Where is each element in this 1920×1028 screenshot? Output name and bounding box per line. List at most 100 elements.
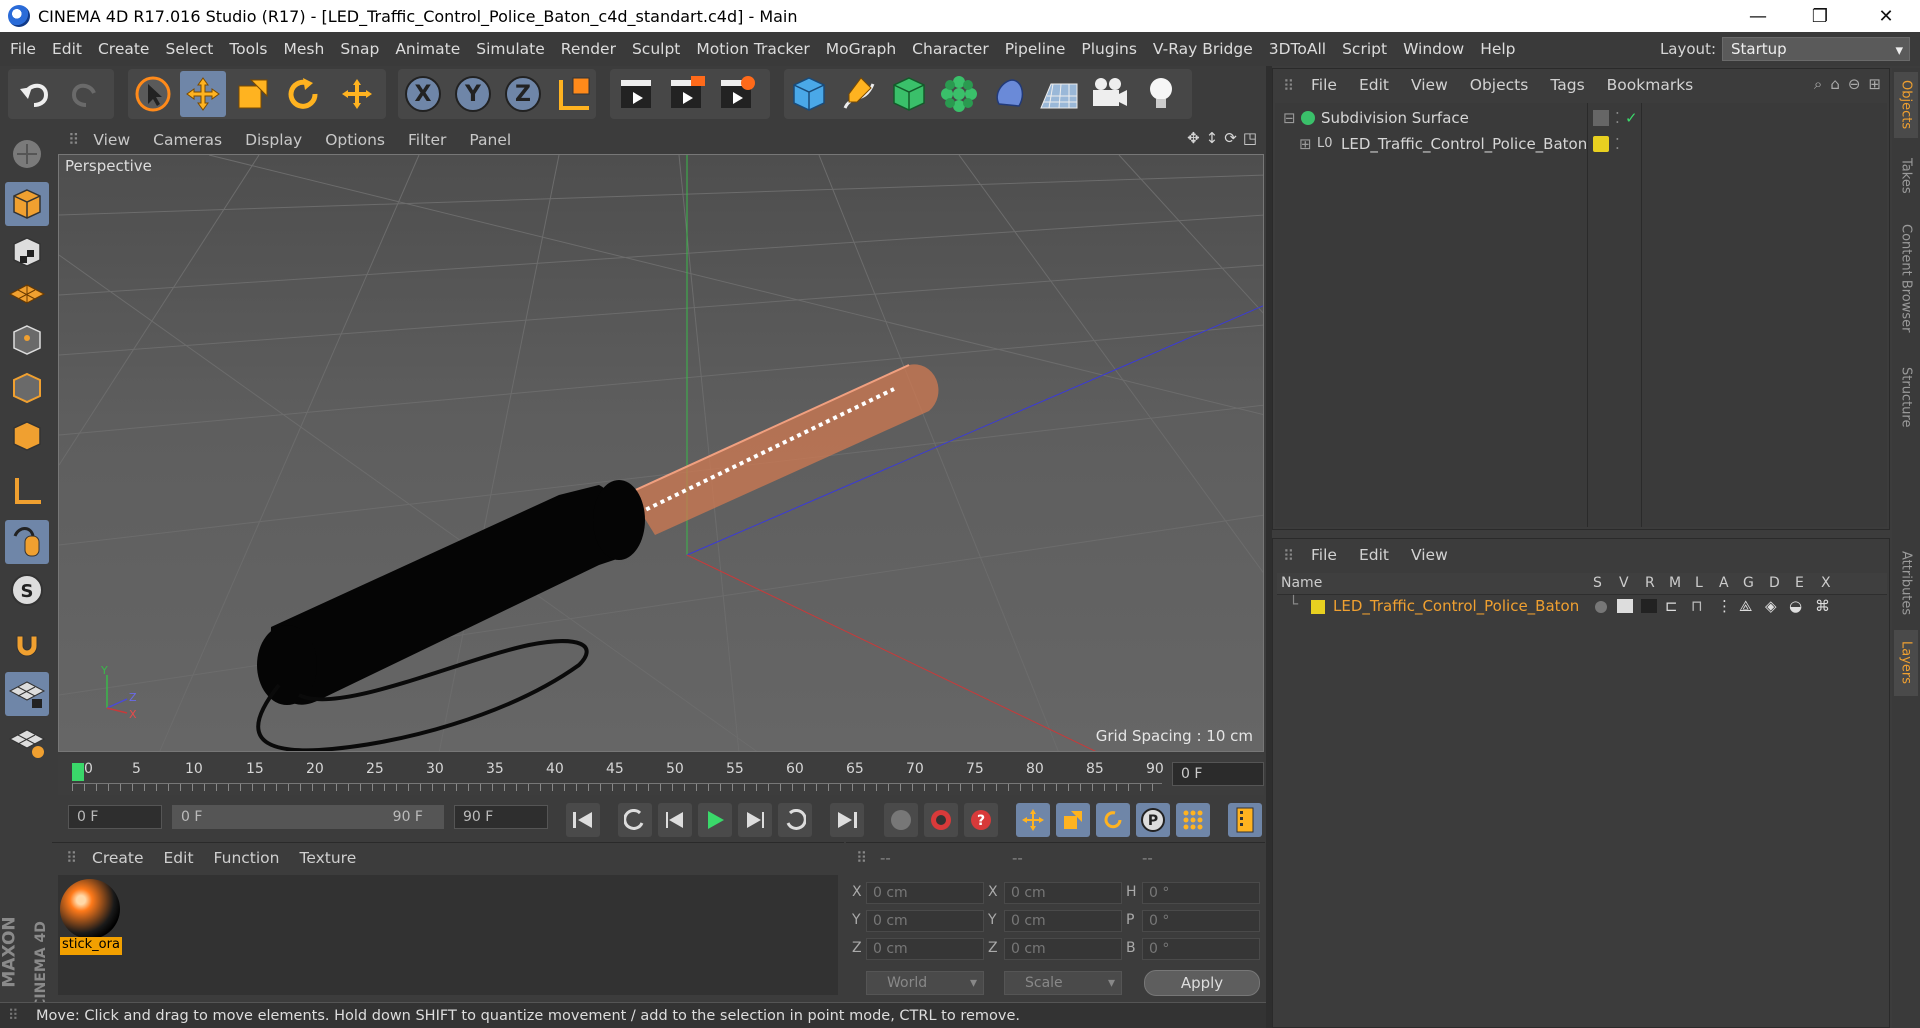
tab-takes[interactable]: Takes <box>1894 148 1918 204</box>
menu-select[interactable]: Select <box>165 40 225 58</box>
menu-edit[interactable]: Edit <box>52 40 94 58</box>
layer-menu-edit[interactable]: Edit <box>1359 546 1389 564</box>
cube-icon[interactable] <box>786 71 832 117</box>
material-menu-edit[interactable]: Edit <box>164 849 194 867</box>
model-mode-icon[interactable] <box>5 182 49 226</box>
next-key-icon[interactable] <box>778 803 812 837</box>
material-menu-create[interactable]: Create <box>92 849 144 867</box>
solo-toggle-icon[interactable] <box>1595 601 1607 613</box>
material-menu-texture[interactable]: Texture <box>299 849 356 867</box>
material-swatch[interactable]: stick_ora <box>60 879 122 955</box>
y-axis-icon[interactable]: Y <box>450 71 496 117</box>
menu-vray-bridge[interactable]: V-Ray Bridge <box>1153 40 1265 58</box>
col-manager[interactable]: M <box>1669 575 1681 591</box>
range-slider[interactable]: 0 F 90 F <box>172 805 444 829</box>
object-row[interactable]: ⊞ L0 LED_Traffic_Control_Police_Baton ⁚ <box>1275 131 1887 157</box>
layout-select[interactable]: Startup ▾ <box>1722 37 1910 61</box>
rotate-icon[interactable] <box>280 71 326 117</box>
recent-tool-icon[interactable] <box>334 71 380 117</box>
drag-handle-icon[interactable]: ⠿ <box>66 849 77 867</box>
menu-motion-tracker[interactable]: Motion Tracker <box>696 40 821 58</box>
x-axis-icon[interactable]: X <box>400 71 446 117</box>
drag-handle-icon[interactable]: ⠿ <box>1283 77 1294 95</box>
col-xref[interactable]: X <box>1821 575 1831 591</box>
polygons-mode-icon[interactable] <box>5 414 49 458</box>
workplane-lock-icon[interactable] <box>5 672 49 716</box>
expression-toggle-icon[interactable]: ◒ <box>1789 597 1802 615</box>
new-window-icon[interactable]: ⊞ <box>1868 75 1881 93</box>
viewport-menu-panel[interactable]: Panel <box>469 131 511 149</box>
close-button[interactable]: ✕ <box>1858 0 1914 32</box>
menu-sculpt[interactable]: Sculpt <box>632 40 692 58</box>
pen-spline-icon[interactable] <box>836 71 882 117</box>
apply-button[interactable]: Apply <box>1144 970 1260 996</box>
col-generators[interactable]: G <box>1743 575 1754 591</box>
keyframe-selection-icon[interactable]: ? <box>964 803 998 837</box>
pos-y-field[interactable]: 0 cm <box>866 910 984 932</box>
axis-mode-icon[interactable] <box>5 470 49 514</box>
go-to-start-icon[interactable] <box>566 803 600 837</box>
col-render[interactable]: R <box>1645 575 1655 591</box>
menu-3dtoall[interactable]: 3DToAll <box>1269 40 1338 58</box>
pos-z-field[interactable]: 0 cm <box>866 938 984 960</box>
coordinate-system-icon[interactable] <box>552 71 598 117</box>
rot-h-field[interactable]: 0 ° <box>1142 882 1260 904</box>
z-axis-icon[interactable]: Z <box>500 71 546 117</box>
timeline[interactable]: 0 5 10 15 20 25 30 35 40 45 50 55 60 65 … <box>58 755 1264 795</box>
generator-toggle-icon[interactable]: ⟁ <box>1739 597 1752 615</box>
key-scale-icon[interactable] <box>1056 803 1090 837</box>
menu-help[interactable]: Help <box>1480 40 1527 58</box>
menu-simulate[interactable]: Simulate <box>476 40 557 58</box>
menu-snap[interactable]: Snap <box>340 40 391 58</box>
col-deformers[interactable]: D <box>1769 575 1780 591</box>
go-to-end-icon[interactable] <box>830 803 864 837</box>
floor-icon[interactable] <box>1036 71 1082 117</box>
tweak-mode-icon[interactable] <box>5 520 49 564</box>
start-frame-field[interactable]: 0 F <box>68 805 162 829</box>
visibility-dots-icon[interactable]: ⁚ <box>1615 105 1620 131</box>
edges-mode-icon[interactable] <box>5 366 49 410</box>
pos-x-field[interactable]: 0 cm <box>866 882 984 904</box>
record-disabled-icon[interactable] <box>884 803 918 837</box>
expand-icon[interactable]: ⊞ <box>1299 131 1312 157</box>
size-y-field[interactable]: 0 cm <box>1004 910 1122 932</box>
current-frame-field[interactable]: 0 F <box>1172 762 1264 786</box>
coordinate-mode-select[interactable]: World ▾ <box>866 971 984 995</box>
move-icon[interactable] <box>180 71 226 117</box>
rot-p-field[interactable]: 0 ° <box>1142 910 1260 932</box>
menu-mesh[interactable]: Mesh <box>284 40 337 58</box>
timeline-playhead[interactable] <box>72 763 84 781</box>
play-icon[interactable] <box>698 803 732 837</box>
make-editable-icon[interactable] <box>5 132 49 176</box>
search-icon[interactable]: ⌕ <box>1814 75 1822 93</box>
deformer-icon[interactable] <box>986 71 1032 117</box>
workplane-mode-icon[interactable] <box>5 272 49 316</box>
timeline-window-icon[interactable] <box>1228 803 1262 837</box>
camera-icon[interactable] <box>1086 71 1132 117</box>
zoom-icon[interactable]: ↕ <box>1206 129 1219 147</box>
menu-character[interactable]: Character <box>912 40 1001 58</box>
key-parameter-icon[interactable]: P <box>1136 803 1170 837</box>
previous-key-icon[interactable] <box>618 803 652 837</box>
object-menu-view[interactable]: View <box>1411 76 1448 94</box>
col-expressions[interactable]: E <box>1795 575 1804 591</box>
tab-content-browser[interactable]: Content Browser <box>1894 208 1918 348</box>
next-frame-icon[interactable] <box>738 803 772 837</box>
texture-mode-icon[interactable] <box>5 230 49 274</box>
tab-structure[interactable]: Structure <box>1894 352 1918 442</box>
size-x-field[interactable]: 0 cm <box>1004 882 1122 904</box>
object-menu-file[interactable]: File <box>1311 76 1337 94</box>
viewport-menu-options[interactable]: Options <box>325 131 385 149</box>
menu-animate[interactable]: Animate <box>395 40 472 58</box>
collapse-icon[interactable]: ⊟ <box>1283 105 1296 131</box>
tab-layers[interactable]: Layers <box>1894 630 1918 696</box>
menu-render[interactable]: Render <box>561 40 628 58</box>
menu-pipeline[interactable]: Pipeline <box>1005 40 1078 58</box>
menu-mograph[interactable]: MoGraph <box>826 40 908 58</box>
col-name[interactable]: Name <box>1281 575 1322 591</box>
drag-handle-icon[interactable]: ⠿ <box>68 131 79 149</box>
key-rotation-icon[interactable] <box>1096 803 1130 837</box>
view-toggle-icon[interactable] <box>1617 599 1633 613</box>
object-menu-bookmarks[interactable]: Bookmarks <box>1607 76 1694 94</box>
menu-plugins[interactable]: Plugins <box>1081 40 1149 58</box>
